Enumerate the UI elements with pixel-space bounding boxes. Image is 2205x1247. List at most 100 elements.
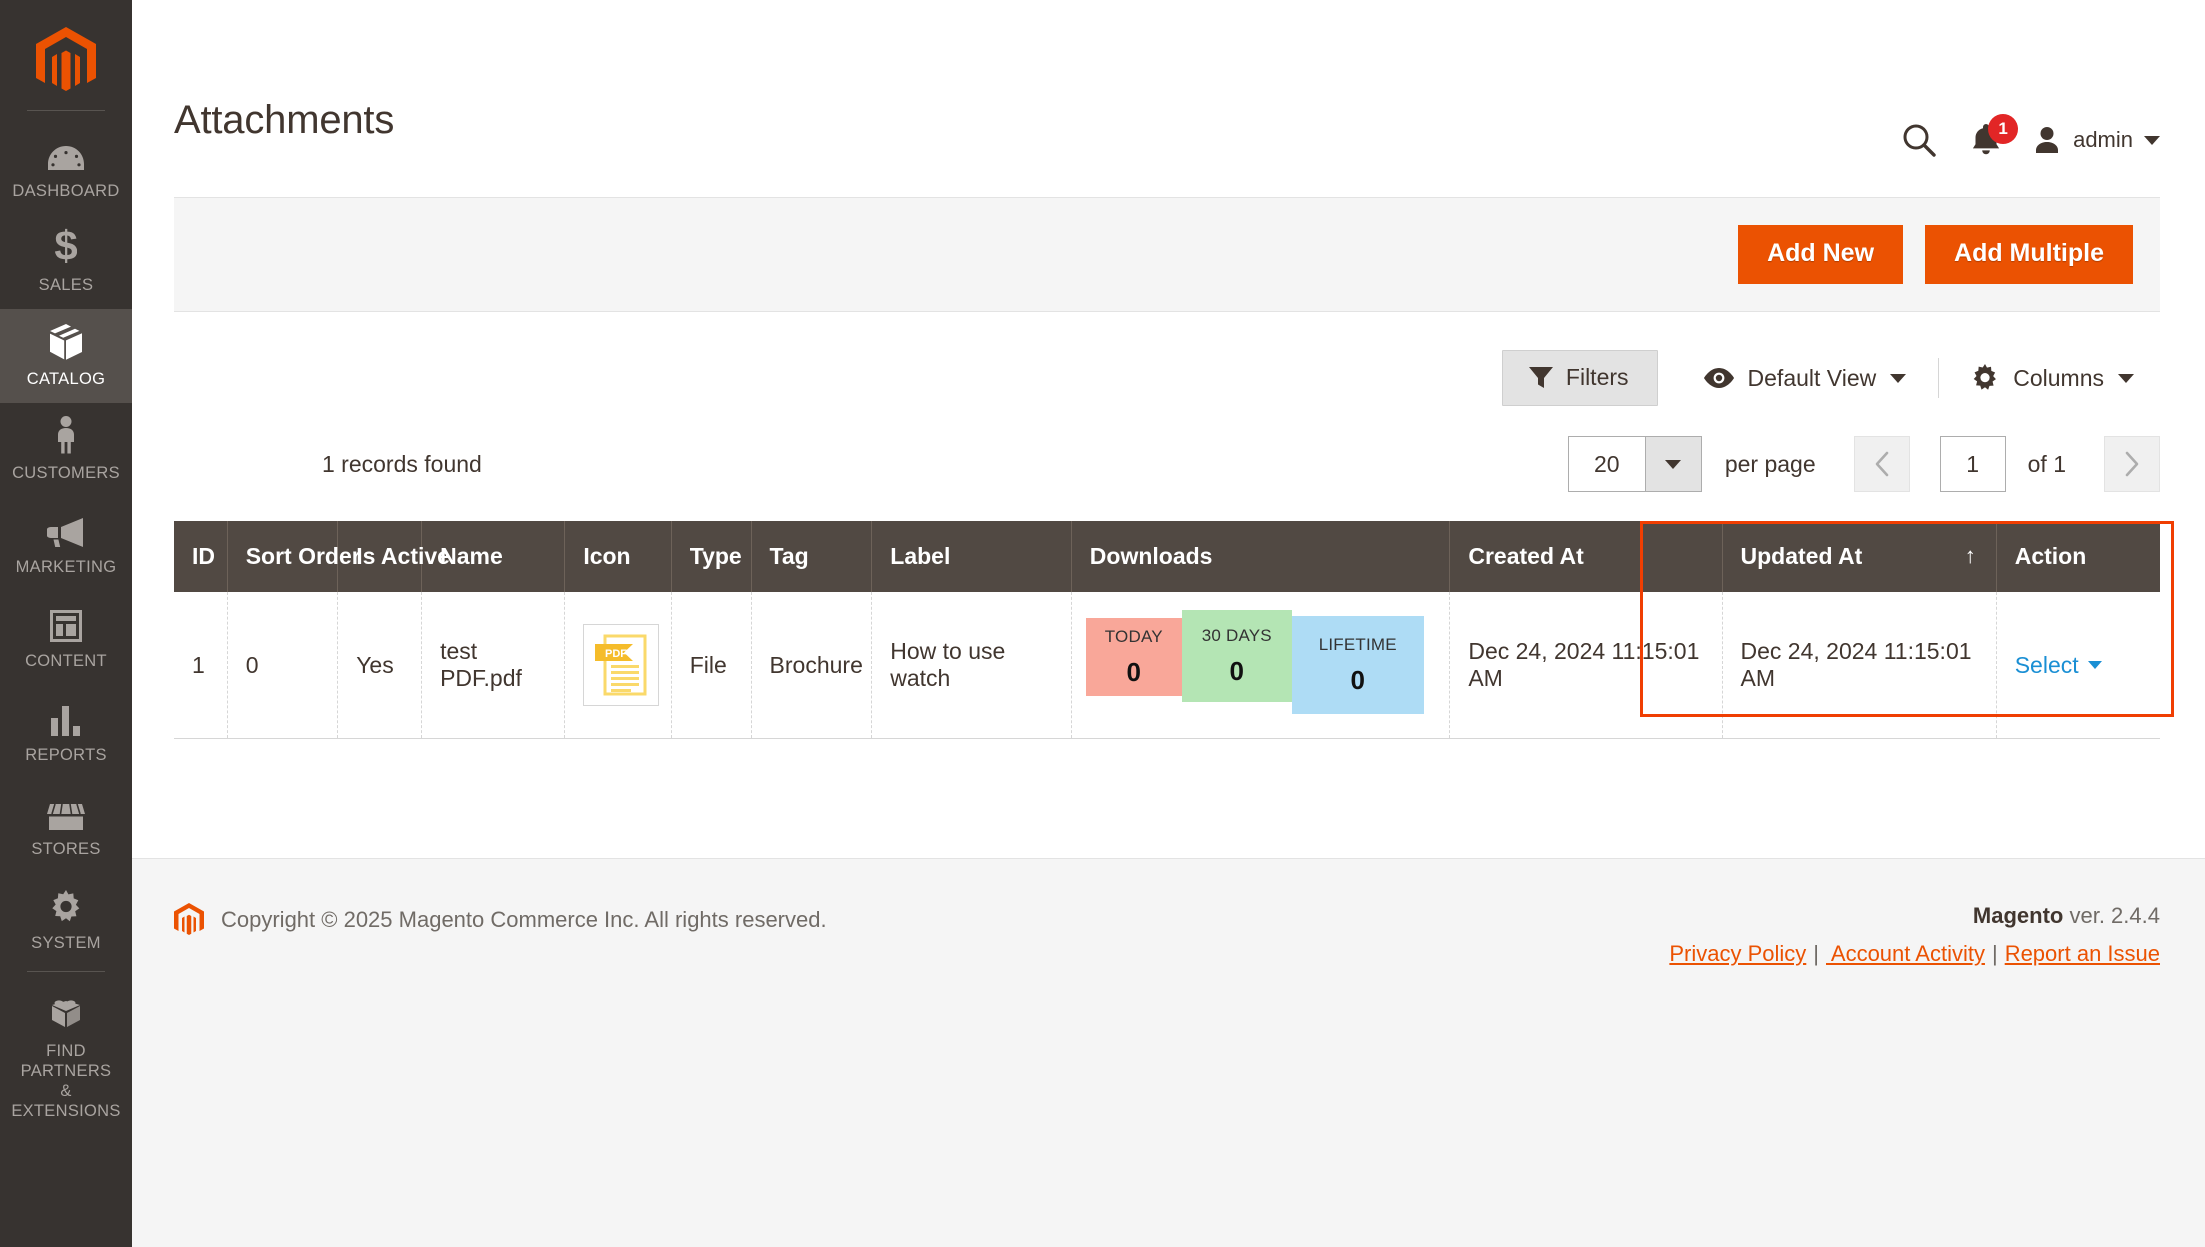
header-tools: 1 admin [1892,98,2160,164]
previous-page-button[interactable] [1854,436,1910,492]
cell-type: File [671,592,751,739]
sort-ascending-icon: ↑ [1965,543,1976,569]
sidebar-item-label: STORES [31,839,100,859]
sidebar-divider-top [27,110,105,111]
dollar-sign-icon: $ [55,226,77,266]
admin-user-name: admin [2073,127,2133,153]
columns-control[interactable]: Columns [1945,364,2160,392]
current-page-input[interactable]: 1 [1940,436,2006,492]
total-pages-label: of 1 [2028,451,2066,478]
chevron-down-icon [2118,374,2134,383]
chevron-down-icon [1665,460,1681,469]
downloads-badge-label: LIFETIME [1319,635,1397,655]
attachments-table: ID Sort Order Is Active Name Icon Type T… [174,521,2160,739]
sidebar-item-label: MARKETING [16,557,117,577]
sidebar-item-label: SALES [39,275,94,295]
column-header-label[interactable]: Label [872,521,1072,592]
sidebar-item-customers[interactable]: CUSTOMERS [0,403,132,497]
next-page-button[interactable] [2104,436,2160,492]
downloads-badge-lifetime: LIFETIME 0 [1292,616,1424,714]
sidebar-item-label: DASHBOARD [12,181,119,201]
sidebar-item-reports[interactable]: REPORTS [0,685,132,779]
sidebar-item-catalog[interactable]: CATALOG [0,309,132,403]
per-page-select[interactable]: 20 [1568,436,1702,492]
sidebar-item-find-partners-extensions[interactable]: FIND PARTNERS & EXTENSIONS [0,982,132,1134]
sidebar-item-sales[interactable]: $ SALES [0,215,132,309]
cell-sort-order: 0 [227,592,338,739]
footer-link-separator: | [1813,941,1819,966]
storefront-icon [47,790,85,830]
cell-is-active: Yes [338,592,422,739]
add-multiple-button[interactable]: Add Multiple [1925,225,2133,285]
page-header: Attachments 1 [132,0,2205,164]
column-header-downloads[interactable]: Downloads [1071,521,1450,592]
page-title: Attachments [174,98,394,143]
column-header-type[interactable]: Type [671,521,751,592]
gear-icon [1971,364,1999,392]
magento-version-number: ver. 2.4.4 [2063,903,2160,928]
cell-icon: PDF [565,592,671,739]
filters-button[interactable]: Filters [1502,350,1658,406]
cell-created-at: Dec 24, 2024 11:15:01 AM [1450,592,1722,739]
downloads-badges: TODAY 0 30 DAYS 0 LIFETIME 0 [1086,610,1450,720]
pdf-file-icon: PDF [583,624,659,706]
default-view-control[interactable]: Default View [1678,365,1933,392]
magento-logo[interactable] [0,16,132,106]
magento-logo-icon [174,903,204,937]
cell-name: test PDF.pdf [422,592,565,739]
column-header-tag[interactable]: Tag [751,521,872,592]
sidebar-item-stores[interactable]: STORES [0,779,132,873]
privacy-policy-link[interactable]: Privacy Policy [1669,941,1806,966]
per-page-label: per page [1725,451,1816,478]
downloads-badge-today: TODAY 0 [1086,618,1182,696]
downloads-badge-30-days: 30 DAYS 0 [1182,610,1292,702]
footer-right: Magento ver. 2.4.4 Privacy Policy| Accou… [1669,903,2160,967]
sidebar-item-label: REPORTS [25,745,107,765]
footer-link-separator: | [1992,941,1998,966]
per-page-dropdown-arrow[interactable] [1645,437,1701,491]
row-action-select-button[interactable]: Select [2015,652,2102,679]
chevron-left-icon [1874,451,1890,477]
pager: 20 per page 1 of 1 [1568,436,2160,492]
admin-menu-button[interactable]: admin [2026,125,2160,155]
cell-updated-at: Dec 24, 2024 11:15:01 AM [1722,592,1996,739]
sidebar-item-system[interactable]: SYSTEM [0,873,132,967]
search-icon[interactable] [1892,116,1946,164]
downloads-badge-value: 0 [1351,665,1365,696]
cell-tag: Brochure [751,592,872,739]
records-found-label: 1 records found [174,451,482,478]
sidebar-item-marketing[interactable]: MARKETING [0,497,132,591]
column-header-sort-order[interactable]: Sort Order [227,521,338,592]
chevron-down-icon [1890,374,1906,383]
column-header-action[interactable]: Action [1996,521,2160,592]
column-header-icon[interactable]: Icon [565,521,671,592]
data-grid-wrapper: ID Sort Order Is Active Name Icon Type T… [174,521,2160,739]
chevron-down-icon [2088,661,2102,669]
column-header-created-at[interactable]: Created At [1450,521,1722,592]
add-new-button[interactable]: Add New [1738,225,1903,285]
layout-page-icon [50,602,82,642]
sidebar-item-label: CATALOG [27,369,106,389]
column-header-name[interactable]: Name [422,521,565,592]
box-icon [48,320,84,360]
megaphone-icon [47,508,85,548]
sidebar-divider-bottom [27,971,105,972]
per-page-value: 20 [1569,437,1645,491]
main-content: Attachments 1 [132,0,2205,1247]
notifications-button[interactable]: 1 [1946,116,2026,164]
default-view-label: Default View [1748,365,1877,392]
magento-logo-icon [36,27,96,95]
table-header-row: ID Sort Order Is Active Name Icon Type T… [174,521,2160,592]
report-an-issue-link[interactable]: Report an Issue [2005,941,2160,966]
column-header-updated-at[interactable]: Updated At ↑ [1722,521,1996,592]
column-header-id[interactable]: ID [174,521,227,592]
cell-label: How to use watch [872,592,1072,739]
sidebar-item-label: CONTENT [25,651,107,671]
sidebar-item-dashboard[interactable]: DASHBOARD [0,121,132,215]
account-activity-link[interactable]: Account Activity [1826,941,1985,966]
sidebar-item-label: SYSTEM [31,933,101,953]
dashboard-gauge-icon [48,132,84,172]
sidebar-item-content[interactable]: CONTENT [0,591,132,685]
table-row[interactable]: 1 0 Yes test PDF.pdf PDF [174,592,2160,739]
control-separator [1938,358,1939,398]
